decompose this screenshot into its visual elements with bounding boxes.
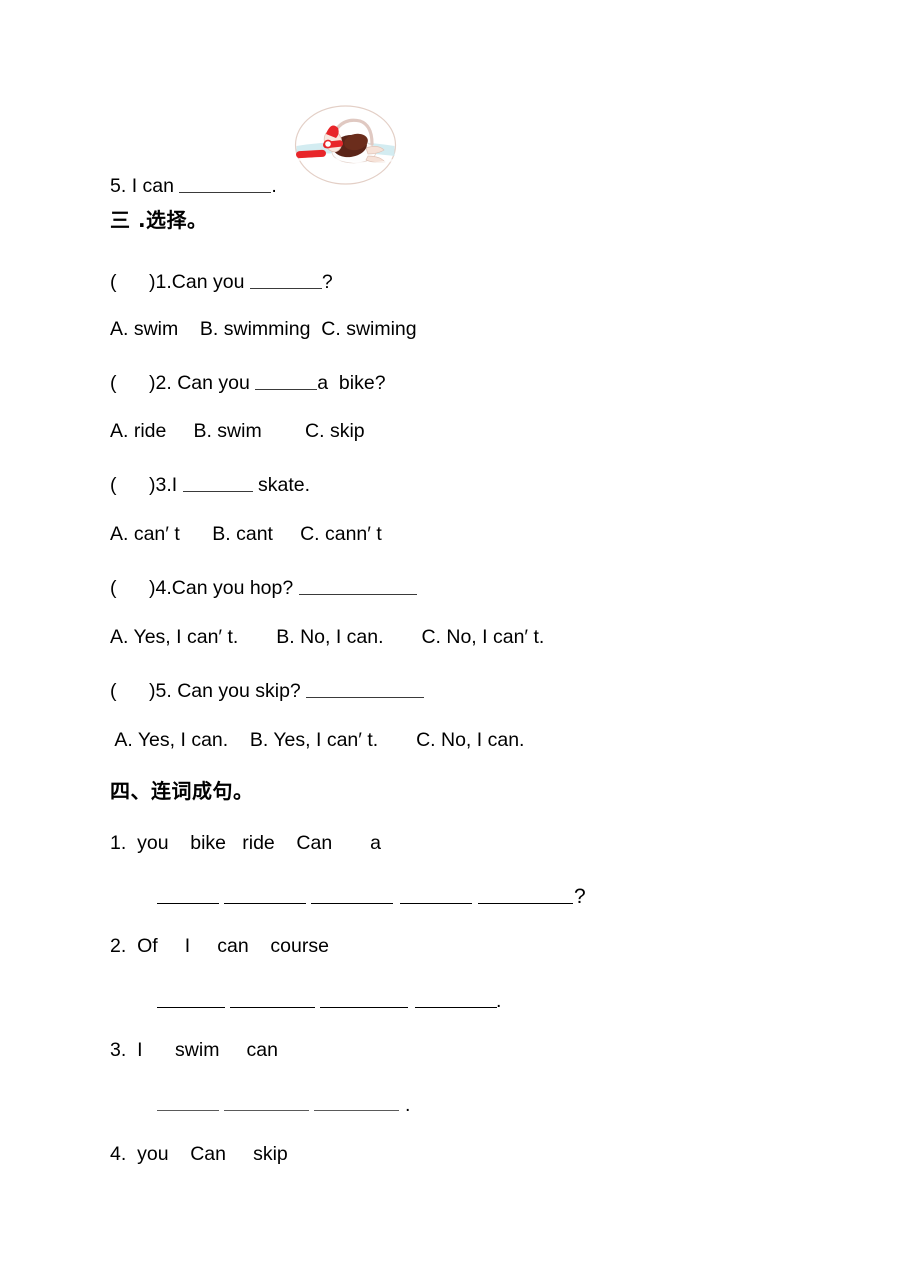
fill-in-item-5-blank[interactable]: [179, 174, 272, 193]
item-2-words: Of I can course: [137, 935, 329, 957]
fill-in-item-5-text-after: .: [271, 174, 277, 197]
question-2-stem-after: a bike?: [317, 371, 386, 394]
item-4-words: you Can skip: [137, 1143, 288, 1165]
answer-bracket-1[interactable]: ( ): [110, 271, 156, 293]
question-5-stem-before: Can you skip?: [171, 679, 307, 702]
question-3-stem-before: I: [171, 473, 183, 496]
item-3-end-punct: .: [405, 1094, 411, 1116]
item-1-words: you bike ride Can a: [137, 832, 381, 854]
item-1-end-punct: ?: [574, 885, 586, 908]
fill-in-item-5-number: 5.: [110, 174, 127, 197]
question-4-blank[interactable]: [298, 576, 417, 595]
section-three-question-2: ( )2. Can you a bike?: [110, 371, 386, 393]
question-5-options[interactable]: A. Yes, I can. B. Yes, I can′ t. C. No, …: [110, 730, 524, 751]
answer-bracket-3[interactable]: ( ): [110, 474, 156, 496]
question-1-stem-after: ?: [321, 270, 333, 293]
question-3-number: 3.: [155, 473, 172, 496]
question-2-blank[interactable]: [255, 371, 318, 390]
item-1-answer-blank[interactable]: [311, 903, 393, 904]
question-4-number: 4.: [155, 576, 172, 599]
question-2-number: 2.: [155, 371, 172, 394]
question-3-options[interactable]: A. can′ t B. cant C. cann′ t: [110, 524, 382, 545]
question-1-number: 1.: [155, 270, 172, 293]
question-2-stem-before: Can you: [171, 371, 256, 394]
question-1-options[interactable]: A. swim B. swimming C. swiming: [110, 319, 417, 340]
section-four-item-2: 2. Of I can course: [110, 935, 329, 957]
item-2-answer-blank[interactable]: [320, 1007, 408, 1008]
section-three-question-1: ( )1.Can you ?: [110, 270, 333, 292]
section-three-question-3: ( )3.I skate.: [110, 473, 310, 495]
item-1-answer-blank[interactable]: [224, 903, 306, 904]
item-3-answer-blank[interactable]: [224, 1110, 309, 1111]
item-1-answer-blank[interactable]: [400, 903, 472, 904]
item-2-end-punct: .: [496, 990, 502, 1012]
question-4-stem-before: Can you hop?: [171, 576, 299, 599]
answer-bracket-2[interactable]: ( ): [110, 372, 156, 394]
question-4-options[interactable]: A. Yes, I can′ t. B. No, I can. C. No, I…: [110, 627, 544, 648]
section-four-item-1: 1. you bike ride Can a: [110, 832, 381, 854]
section-three-question-5: ( )5. Can you skip?: [110, 679, 425, 702]
item-2-answer-blank[interactable]: [157, 1007, 225, 1008]
question-2-options[interactable]: A. ride B. swim C. skip: [110, 421, 365, 442]
question-1-blank[interactable]: [249, 270, 322, 289]
item-3-words: I swim can: [137, 1039, 278, 1061]
swimming-illustration: [292, 104, 399, 186]
section-four-item-4: 4. you Can skip: [110, 1143, 288, 1165]
item-2-answer-blank[interactable]: [230, 1007, 315, 1008]
question-3-stem-after: skate.: [252, 473, 311, 496]
question-5-number: 5.: [155, 679, 172, 702]
item-3-answer-blank[interactable]: [314, 1110, 399, 1111]
question-1-stem-before: Can you: [171, 270, 250, 293]
section-four-heading: 四、连词成句。: [110, 779, 254, 803]
item-2-number: 2.: [110, 935, 127, 957]
fill-in-item-5: 5. I can .: [110, 174, 277, 196]
worksheet-page: 5. I can . 三 .选择。 ( )1.Can you ? A. swim…: [0, 0, 920, 1277]
item-1-answer-blank[interactable]: [157, 903, 219, 904]
section-three-question-4: ( )4.Can you hop?: [110, 576, 417, 598]
section-three-heading: 三 .选择。: [110, 208, 208, 232]
item-1-answer-blank[interactable]: [478, 903, 573, 904]
item-3-answer-blank[interactable]: [157, 1110, 219, 1111]
question-5-blank[interactable]: [306, 679, 425, 698]
item-2-answer-blank[interactable]: [415, 1007, 497, 1008]
question-3-blank[interactable]: [182, 473, 253, 492]
fill-in-item-5-text-before: I can: [131, 174, 174, 197]
answer-bracket-4[interactable]: ( ): [110, 577, 156, 599]
item-3-number: 3.: [110, 1039, 127, 1061]
item-4-number: 4.: [110, 1143, 127, 1165]
item-1-number: 1.: [110, 832, 127, 854]
answer-bracket-5[interactable]: ( ): [110, 680, 156, 702]
section-four-item-3: 3. I swim can: [110, 1039, 278, 1061]
